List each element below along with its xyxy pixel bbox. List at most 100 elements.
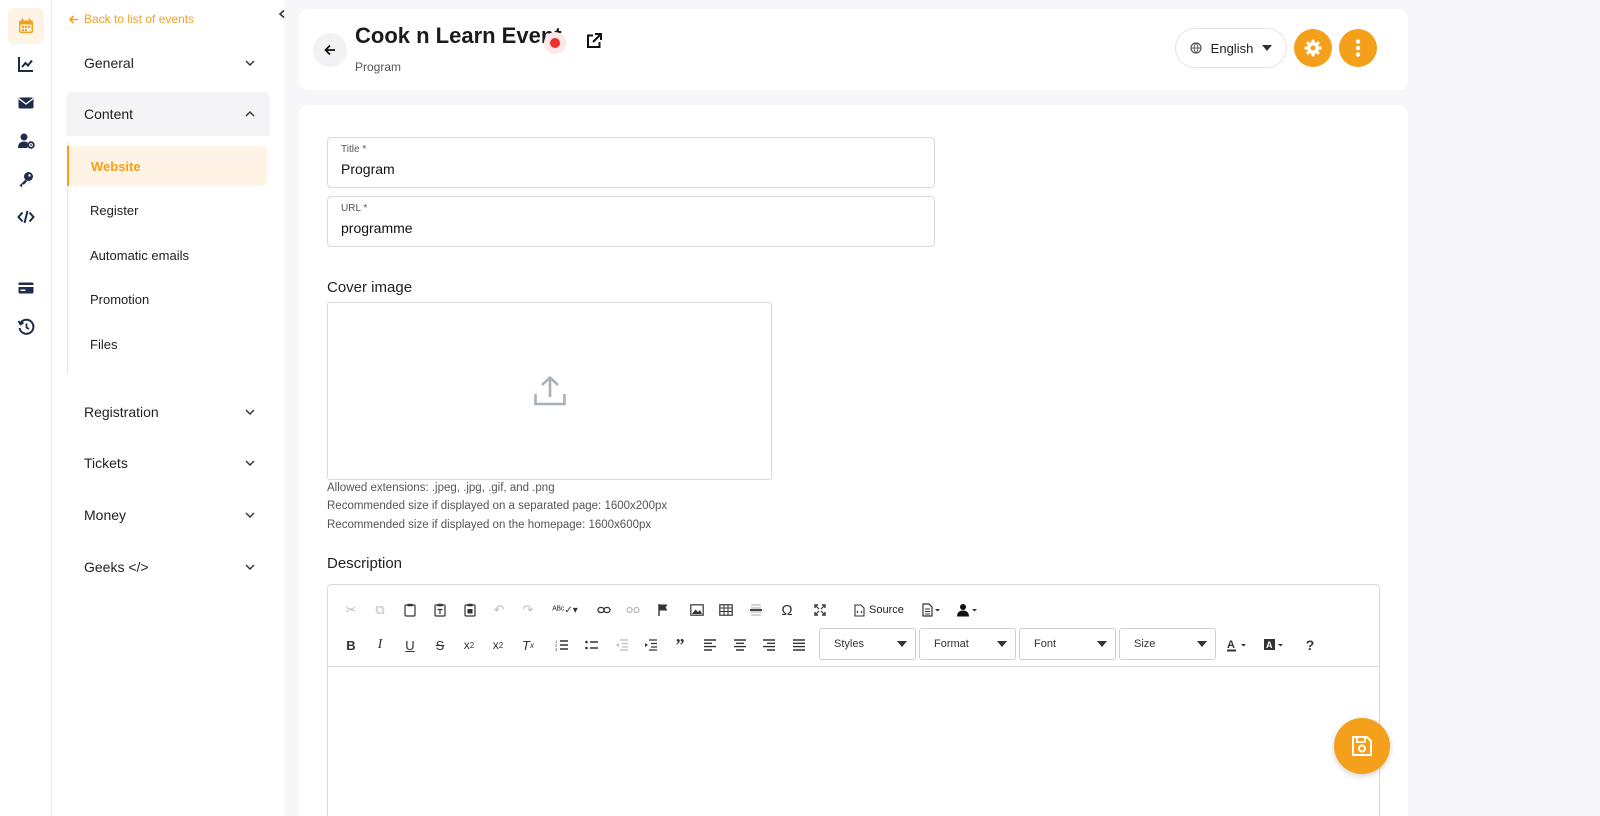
copy-icon[interactable]: ⧉ xyxy=(368,598,392,622)
redo-icon[interactable]: ↷ xyxy=(516,598,540,622)
chart-line-icon[interactable] xyxy=(8,46,44,82)
blockquote-icon[interactable]: ” xyxy=(668,633,692,657)
bold-icon[interactable]: B xyxy=(339,633,363,657)
spellcheck-icon[interactable]: ᴬᴮᶜ✓▾ xyxy=(550,598,580,622)
external-link-icon[interactable] xyxy=(584,31,604,51)
styles-select-label: Styles xyxy=(834,638,864,650)
section-registration-label: Registration xyxy=(84,404,159,420)
user-cog-icon[interactable] xyxy=(8,123,44,159)
section-tickets-label: Tickets xyxy=(84,455,128,471)
underline-icon[interactable]: U xyxy=(398,633,422,657)
section-geeks-label: Geeks </> xyxy=(84,559,149,575)
horizontal-line-icon[interactable] xyxy=(744,598,768,622)
paste-text-icon[interactable] xyxy=(428,598,452,622)
outdent-icon[interactable] xyxy=(610,633,634,657)
section-tickets[interactable]: Tickets xyxy=(66,441,270,485)
key-icon[interactable] xyxy=(8,161,44,197)
language-select[interactable]: English xyxy=(1175,28,1287,68)
align-right-icon[interactable] xyxy=(757,633,781,657)
image-icon[interactable] xyxy=(685,598,709,622)
credit-card-icon[interactable] xyxy=(8,270,44,306)
submenu-item-label: Website xyxy=(91,158,141,174)
header-back-button[interactable] xyxy=(313,33,347,67)
title-input[interactable] xyxy=(341,161,911,177)
styles-select[interactable]: Styles xyxy=(819,628,916,660)
paste-word-icon[interactable] xyxy=(458,598,482,622)
event-sidebar: Back to list of events General Content W… xyxy=(52,0,285,816)
section-general[interactable]: General xyxy=(66,41,270,85)
table-icon[interactable] xyxy=(714,598,738,622)
strikethrough-icon[interactable]: S xyxy=(428,633,452,657)
editor-content-area[interactable] xyxy=(328,667,1379,816)
templates-icon[interactable] xyxy=(918,598,946,622)
submenu-item-promotion[interactable]: Promotion xyxy=(68,279,268,319)
align-center-icon[interactable] xyxy=(728,633,752,657)
content-submenu: Website Register Automatic emails Promot… xyxy=(67,142,270,374)
format-select-label: Format xyxy=(934,638,969,650)
background-color-icon[interactable]: A xyxy=(1260,633,1290,657)
url-input[interactable] xyxy=(341,220,911,236)
calendar-icon[interactable] xyxy=(8,8,44,44)
align-left-icon[interactable] xyxy=(698,633,722,657)
indent-icon[interactable] xyxy=(639,633,663,657)
align-justify-icon[interactable] xyxy=(787,633,811,657)
section-money[interactable]: Money xyxy=(66,493,270,537)
svg-text:3: 3 xyxy=(555,647,558,651)
editor-toolbar: ✂ ⧉ ↶ ↷ ᴬᴮᶜ✓▾ Ω Source B I U S x 2 x 2 T… xyxy=(328,585,1379,667)
font-select[interactable]: Font xyxy=(1019,628,1116,660)
caret-down-icon xyxy=(1261,45,1272,51)
section-content-label: Content xyxy=(84,106,134,122)
bulleted-list-icon[interactable] xyxy=(580,633,604,657)
save-button[interactable] xyxy=(1334,718,1390,774)
link-icon[interactable] xyxy=(592,598,616,622)
submenu-item-register[interactable]: Register xyxy=(68,190,268,230)
section-geeks[interactable]: Geeks </> xyxy=(66,545,270,589)
cut-icon[interactable]: ✂ xyxy=(339,598,363,622)
section-registration[interactable]: Registration xyxy=(66,390,270,434)
caret-down-icon xyxy=(1097,641,1107,647)
arrow-left-icon xyxy=(324,44,335,56)
source-doc-icon xyxy=(854,603,865,617)
help-icon[interactable]: ? xyxy=(1298,633,1322,657)
title-field-label: Title * xyxy=(341,144,367,155)
collapse-sidebar-button[interactable] xyxy=(274,6,290,22)
description-label: Description xyxy=(327,555,403,572)
chevron-left-icon xyxy=(278,9,285,19)
italic-icon[interactable]: I xyxy=(368,633,392,657)
user-placeholder-icon[interactable] xyxy=(953,598,981,622)
content-card: Title * URL * Cover image Allowed extens… xyxy=(299,105,1408,816)
undo-icon[interactable]: ↶ xyxy=(487,598,511,622)
more-options-button[interactable] xyxy=(1339,29,1377,67)
size-select[interactable]: Size xyxy=(1119,628,1216,660)
chevron-down-icon xyxy=(245,564,255,570)
subscript-icon[interactable]: x2 xyxy=(457,633,481,657)
live-status-indicator xyxy=(544,32,566,54)
format-select[interactable]: Format xyxy=(919,628,1016,660)
cover-image-dropzone[interactable] xyxy=(327,302,772,480)
superscript-icon[interactable]: x2 xyxy=(486,633,510,657)
submenu-item-automatic-emails[interactable]: Automatic emails xyxy=(68,235,268,275)
settings-button[interactable] xyxy=(1294,29,1332,67)
record-dot-icon xyxy=(550,38,560,48)
remove-format-icon[interactable]: Tx xyxy=(516,633,540,657)
section-content[interactable]: Content xyxy=(66,92,270,136)
url-field-label: URL * xyxy=(341,203,368,214)
numbered-list-icon[interactable]: 123 xyxy=(550,633,574,657)
submenu-item-label: Register xyxy=(90,202,139,218)
history-icon[interactable] xyxy=(8,309,44,345)
unlink-icon[interactable] xyxy=(621,598,645,622)
submenu-item-files[interactable]: Files xyxy=(68,324,268,364)
maximize-icon[interactable] xyxy=(808,598,832,622)
special-char-icon[interactable]: Ω xyxy=(775,598,799,622)
page-subtitle: Program xyxy=(355,60,402,74)
text-color-icon[interactable]: A xyxy=(1223,633,1253,657)
paste-icon[interactable] xyxy=(398,598,422,622)
back-to-events-link[interactable]: Back to list of events xyxy=(68,12,194,26)
anchor-flag-icon[interactable] xyxy=(651,598,675,622)
event-header: Cook n Learn Event Program English xyxy=(299,9,1408,90)
code-icon[interactable] xyxy=(8,199,44,235)
source-button[interactable]: Source xyxy=(854,598,904,622)
envelope-icon[interactable] xyxy=(8,85,44,121)
more-vertical-icon xyxy=(1355,39,1361,57)
submenu-item-website[interactable]: Website xyxy=(67,146,267,186)
